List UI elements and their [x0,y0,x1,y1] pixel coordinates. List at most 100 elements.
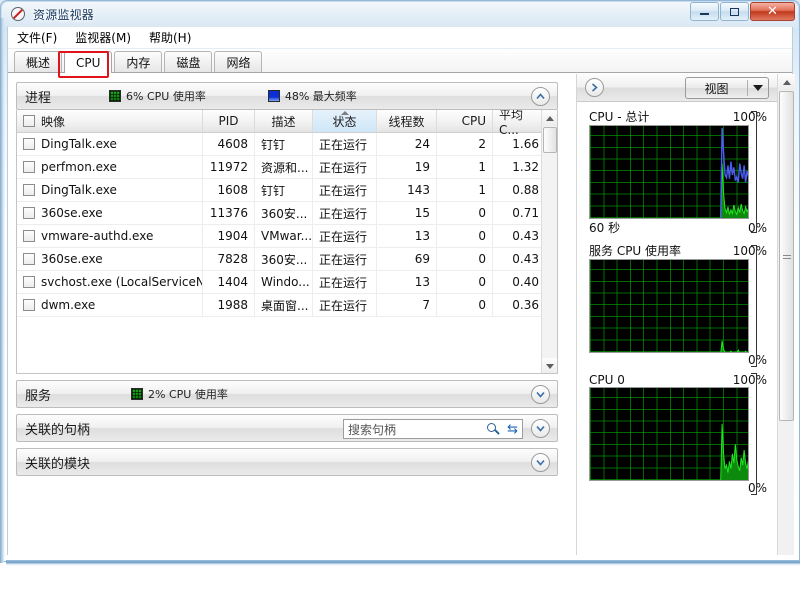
cell-state: 正在运行 [313,133,377,155]
table-row[interactable]: vmware-authd.exe 1904 VMwar... 正在运行 13 0 0.43 [17,225,557,248]
table-row[interactable]: dwm.exe 1988 桌面窗... 正在运行 7 0 0.36 [17,294,557,317]
desktop-background: 资源监视器 ✕ 文件(F) 监视器(M) 帮助(H) 概述 CPU 内存 磁盘 … [0,0,800,600]
cell-avg: 1.32 [512,160,539,174]
table-row[interactable]: 360se.exe 7828 360安... 正在运行 69 0 0.43 [17,248,557,271]
tab-disk[interactable]: 磁盘 [164,51,213,72]
magnifier-icon[interactable] [487,422,500,436]
right-panel-scrollbar[interactable] [777,74,795,555]
right-panel-collapse-button[interactable] [585,78,604,97]
cell-pid: 4608 [203,133,255,155]
table-row[interactable]: perfmon.exe 11972 资源和... 正在运行 19 1 1.32 [17,156,557,179]
services-section-header[interactable]: 服务 2% CPU 使用率 [16,380,558,408]
cell-threads: 143 [377,179,437,201]
cell-threads: 13 [377,271,437,293]
row-checkbox[interactable] [23,184,35,196]
minimize-button[interactable] [690,2,719,21]
column-header-status[interactable]: 状态 [313,110,377,132]
tab-overview[interactable]: 概述 [14,51,63,72]
cell-state: 正在运行 [313,271,377,293]
handle-search-box[interactable]: 搜索句柄 ⇆ [343,419,523,439]
cell-image: DingTalk.exe [17,179,203,201]
view-dropdown-button[interactable]: 视图 [685,77,769,99]
cell-threads: 15 [377,202,437,224]
scroll-down-button[interactable] [542,358,557,373]
column-header-pid[interactable]: PID [203,110,255,132]
row-checkbox[interactable] [23,299,35,311]
row-checkbox[interactable] [23,253,35,265]
graph-axis-bracket [751,111,757,233]
maximize-button[interactable] [720,2,749,21]
tab-cpu[interactable]: CPU [64,51,113,73]
menu-item-help[interactable]: 帮助(H) [140,27,200,48]
graph-canvas [589,259,749,353]
graph-footer: 0% [589,481,767,495]
menu-item-file[interactable]: 文件(F) [8,27,66,48]
cell-pid: 1608 [203,179,255,201]
menu-bar: 文件(F) 监视器(M) 帮助(H) [8,27,792,49]
row-checkbox[interactable] [23,276,35,288]
services-expand-button[interactable] [531,385,550,404]
processes-collapse-button[interactable] [531,87,550,106]
graph-series [720,340,748,352]
cell-threads: 69 [377,248,437,270]
column-header-image[interactable]: 映像 [17,110,203,132]
scroll-up-button[interactable] [778,74,795,90]
scrollbar-thumb[interactable] [779,91,794,421]
tab-memory[interactable]: 内存 [114,51,163,72]
row-checkbox[interactable] [23,138,35,150]
title-bar[interactable]: 资源监视器 ✕ [1,1,799,27]
processes-section-header[interactable]: 进程 6% CPU 使用率 48% 最大频率 [16,82,558,110]
right-panel-toolbar: 视图 [577,74,777,102]
cell-avg: 0.36 [512,298,539,312]
cell-pid: 1404 [203,271,255,293]
legend-cpu-usage-label: 6% CPU 使用率 [126,90,206,103]
cell-state: 正在运行 [313,156,377,178]
graph-axis-bracket [751,245,757,367]
cell-threads: 7 [377,294,437,316]
table-row[interactable]: svchost.exe (LocalServiceN... 1404 Windo..… [17,271,557,294]
menu-item-monitor[interactable]: 监视器(M) [66,27,140,48]
graph-1: CPU - 总计 100% 60 秒 0% [589,108,767,236]
graph-title: CPU 0 [589,373,625,387]
window-frame-left-edge [0,18,5,563]
row-checkbox[interactable] [23,230,35,242]
scrollbar-thumb[interactable] [543,127,557,153]
view-dropdown-arrow[interactable] [748,85,768,91]
cell-cpu: 0 [437,225,493,247]
view-button-label: 视图 [704,81,729,96]
modules-section-header[interactable]: 关联的模块 [16,448,558,476]
left-pane: 进程 6% CPU 使用率 48% 最大频率 映像 PID 描述 状态 线程数 … [8,74,570,555]
processes-grid: 映像 PID 描述 状态 线程数 CPU 平均 C... DingTalk.ex… [16,110,558,374]
select-all-checkbox[interactable] [23,115,35,127]
graph-title: CPU - 总计 [589,110,650,124]
blue-swatch-icon [267,90,280,102]
modules-section-title: 关联的模块 [25,456,91,472]
triangle-down-icon [546,363,554,369]
scroll-up-button[interactable] [542,110,557,126]
close-button[interactable]: ✕ [750,2,795,21]
chevron-down-icon [536,425,545,432]
refresh-arrows-icon[interactable]: ⇆ [507,423,518,436]
column-header-cpu[interactable]: CPU [437,110,493,132]
column-header-description[interactable]: 描述 [255,110,313,132]
table-row[interactable]: DingTalk.exe 1608 钉钉 正在运行 143 1 0.88 [17,179,557,202]
handle-search-input[interactable]: 搜索句柄 [348,421,487,438]
table-row[interactable]: DingTalk.exe 4608 钉钉 正在运行 24 2 1.66 [17,133,557,156]
row-checkbox[interactable] [23,161,35,173]
cell-cpu: 0 [437,202,493,224]
maximize-icon [730,7,739,16]
cell-avg: 0.43 [512,252,539,266]
processes-table-scrollbar[interactable] [541,110,557,373]
tab-network[interactable]: 网络 [214,51,263,72]
column-header-threads[interactable]: 线程数 [377,110,437,132]
graph-header: CPU - 总计 100% [589,108,767,125]
resource-monitor-icon [10,6,26,22]
column-header-average-cpu[interactable]: 平均 C... [493,110,545,137]
services-section-title: 服务 [25,388,52,404]
cell-cpu: 1 [437,156,493,178]
handles-expand-button[interactable] [531,419,550,438]
table-row[interactable]: 360se.exe 11376 360安... 正在运行 15 0 0.71 [17,202,557,225]
handles-section-header[interactable]: 关联的句柄 搜索句柄 ⇆ [16,414,558,442]
row-checkbox[interactable] [23,207,35,219]
modules-expand-button[interactable] [531,453,550,472]
